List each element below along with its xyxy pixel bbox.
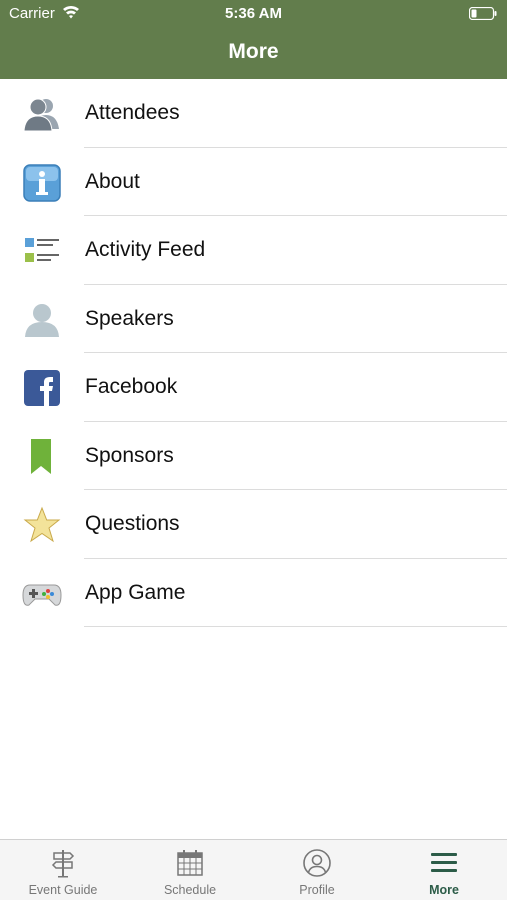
status-bar: Carrier 5:36 AM — [0, 0, 507, 28]
speaker-icon — [25, 303, 59, 337]
menu-item-label: Activity Feed — [85, 238, 206, 261]
menu-item-speakers[interactable]: Speakers — [0, 285, 507, 353]
facebook-icon — [24, 370, 60, 406]
menu-item-label: Speakers — [85, 306, 174, 330]
menu-item-about[interactable]: About — [0, 148, 507, 216]
calendar-icon — [177, 850, 203, 876]
tab-more[interactable]: More — [381, 840, 507, 900]
tab-schedule[interactable]: Schedule — [127, 840, 253, 900]
info-icon — [23, 163, 61, 202]
menu-item-label: Questions — [85, 512, 180, 535]
menu-item-attendees[interactable]: Attendees — [0, 79, 507, 148]
menu-item-label: About — [85, 169, 140, 193]
attendees-icon — [23, 98, 59, 132]
menu-item-questions[interactable]: Questions — [0, 490, 507, 559]
status-time: 5:36 AM — [225, 5, 282, 22]
menu-item-label: Facebook — [85, 375, 178, 398]
profile-icon — [303, 849, 331, 877]
star-icon — [23, 506, 61, 543]
tab-label: Profile — [299, 883, 335, 897]
activity-feed-icon — [25, 238, 59, 262]
nav-header: Carrier 5:36 AM More — [0, 0, 507, 79]
tab-profile[interactable]: Profile — [254, 840, 380, 900]
menu-item-sponsors[interactable]: Sponsors — [0, 422, 507, 490]
more-menu-list: Attendees About Activity Feed Speakers F… — [0, 79, 507, 627]
menu-item-facebook[interactable]: Facebook — [0, 353, 507, 422]
menu-item-app-game[interactable]: App Game — [0, 559, 507, 627]
menu-item-label: Sponsors — [85, 443, 174, 467]
tab-label: More — [429, 883, 459, 897]
tab-label: Event Guide — [28, 883, 98, 897]
page-title: More — [228, 40, 279, 63]
tab-event-guide[interactable]: Event Guide — [0, 840, 126, 900]
menu-icon — [431, 853, 457, 872]
bookmark-icon — [31, 438, 51, 474]
menu-item-activity-feed[interactable]: Activity Feed — [0, 216, 507, 285]
menu-item-label: Attendees — [85, 101, 180, 124]
battery-icon — [469, 7, 497, 20]
gamepad-icon — [22, 584, 62, 606]
signpost-icon — [51, 850, 75, 878]
menu-item-label: App Game — [85, 580, 186, 604]
tab-label: Schedule — [163, 883, 217, 897]
tab-bar: Event Guide Schedule Profile More — [0, 839, 507, 900]
divider — [84, 626, 507, 627]
